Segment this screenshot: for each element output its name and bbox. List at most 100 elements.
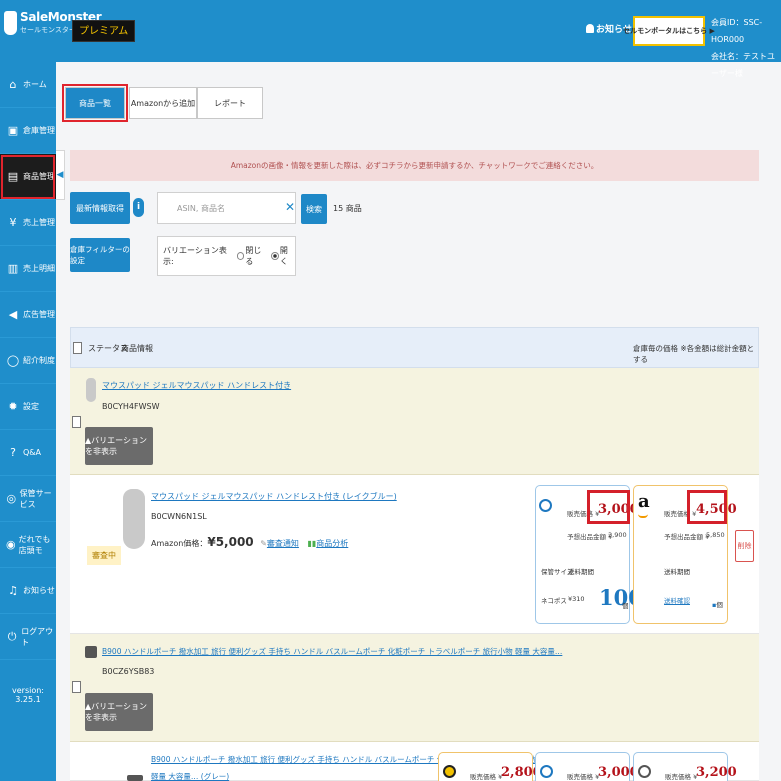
product-asin: B0CWN6N1SL [151,512,207,521]
amazon-logo-icon: a [638,491,650,512]
profit-value: 5,850 [706,531,725,539]
hide-variation-button[interactable]: ▲バリエーションを非表示 [85,427,153,465]
sidebar-item-label: Q&A [23,448,42,457]
warehouse-filter-button[interactable]: 倉庫フィルターの設定 [70,238,130,272]
megaphone-icon: ◀ [8,308,18,321]
product-title-link[interactable]: B900 ハンドルポーチ 撥水加工 旅行 便利グッズ 手持ち ハンドル バスルー… [102,646,562,657]
variation-open-label[interactable]: 開く [280,245,295,267]
shipping-label: 送料期間 [568,568,594,576]
product-title-link[interactable]: マウスパッド ジェルマウスパッド ハンドレスト付き (レイクブルー) [151,491,397,502]
row-checkbox[interactable] [72,681,81,693]
tab-product-list[interactable]: 商品一覧 [62,84,128,122]
profit-value: 3,900 [608,531,627,539]
sidebar-item-qa[interactable]: ? Q&A [0,430,56,476]
stock-unit: 個 [622,602,629,610]
version-text: version: 3.25.1 [12,686,44,704]
analysis-link[interactable]: 商品分析 [316,539,348,548]
variation-label: バリエーション表示: [163,246,227,266]
refresh-button[interactable]: 最新情報取得 [70,192,130,224]
search-input[interactable]: ASIN, 商品名 [157,192,296,224]
shipping-check-link[interactable]: 送料確認 [664,595,690,605]
info-icon[interactable]: i [133,198,144,217]
logout-icon: ⏻ [7,629,17,643]
sidebar-item-label: 倉庫管理 [23,126,55,135]
select-all-checkbox[interactable] [73,342,82,354]
pencil-icon: ✎ [260,539,267,548]
sidebar-item-ads[interactable]: ◀ 広告管理 [0,292,56,338]
warehouse-logo-icon [539,499,552,512]
product-icon: ▤ [7,170,19,183]
storage-icon: ◎ [6,492,17,505]
product-thumbnail [127,775,143,781]
sidebar-item-label: 広告管理 [23,310,55,319]
member-id: 会員ID：SSC-HOR000 [711,18,763,44]
table-header: ステータス 商品情報 倉庫毎の価格 ※各金額は総計金額とする [70,327,759,368]
sidebar-item-sales[interactable]: ¥ 売上管理 [0,200,56,246]
company-name: 会社名：テストユーザー様 [711,52,775,78]
sidebar-item-shop[interactable]: ◉ だれでも店頭モ [0,522,56,568]
review-link[interactable]: 審査通知 [267,539,299,548]
sale-price[interactable]: 3,200 [696,765,737,780]
product-asin: B0CYH4FWSW [102,402,160,411]
document-icon: ▥ [7,262,19,275]
sidebar-item-label: だれでも店頭モ [18,534,51,555]
hide-variation-button[interactable]: ▲バリエーションを非表示 [85,693,153,731]
variation-close-radio[interactable] [236,252,245,260]
tab-add-from-amazon[interactable]: Amazonから追加 [129,87,197,119]
warehouse-icon: ▣ [7,124,19,137]
question-icon: ? [10,446,16,459]
product-row: B900 ハンドルポーチ 撥水加工 旅行 便利グッズ 手持ち ハンドル バスルー… [70,634,759,742]
warehouse-logo-icon [540,765,553,778]
warehouse-price-card: 販売価格 ¥ 2,800 [438,752,542,781]
search-button[interactable]: 検索 [301,194,327,224]
sidebar-item-label: 保管サービス [19,488,52,509]
product-row: マウスパッド ジェルマウスパッド ハンドレスト付き B0CYH4FWSW ▲バリ… [70,368,759,475]
amazon-price-card: a 販売価格 ¥ 4,500 予想出品金額 ¥ 5,850 送料期間 送料確認 … [633,485,737,624]
sidebar-item-storage[interactable]: ◎ 保管サービス [0,476,56,522]
portal-button[interactable]: セルモンポータルはこちら ▶ [623,16,715,46]
account-info: 会員ID：SSC-HOR000 会社名：テストユーザー様 [711,14,781,82]
sidebar-collapse-toggle[interactable]: ◀ [56,150,65,200]
product-title-link-cont[interactable]: 軽量 大容量… (グレー) [151,771,229,781]
product-thumbnail [86,378,96,402]
product-thumbnail [85,646,97,658]
bell-icon [586,24,594,33]
chart-icon: ▮▮ [307,539,317,548]
amazon-price: Amazon価格：¥5,000 ✎審査通知 ▮▮商品分析 [151,535,348,549]
sidebar-item-settings[interactable]: ✹ 設定 [0,384,56,430]
product-asin: B0CZ6YSB83 [102,667,155,676]
product-title-link[interactable]: マウスパッド ジェルマウスパッド ハンドレスト付き [102,380,291,391]
clear-search-icon[interactable]: ✕ [285,200,295,214]
shipping-fee: ¥310 [568,595,585,603]
chevron-left-icon: ◀ [56,170,64,180]
tab-report[interactable]: レポート [197,87,263,119]
sidebar-item-notice[interactable]: ♫ お知らせ [0,568,56,614]
shipping-label: 送料期間 [664,568,690,576]
result-count: 15 商品 [333,204,362,213]
sidebar-item-label: ホーム [23,80,47,89]
price-highlight [587,490,630,524]
row-checkbox[interactable] [72,416,81,428]
variation-row: B900 ハンドルポーチ 撥水加工 旅行 便利グッズ 手持ち ハンドル バスルー… [70,742,759,781]
sidebar-item-sales-detail[interactable]: ▥ 売上明細 [0,246,56,292]
variation-close-label[interactable]: 閉じる [245,245,268,267]
profit-label: 予想出品金額 ¥ [664,533,710,541]
sidebar-item-warehouse[interactable]: ▣ 倉庫管理 [0,108,56,154]
variation-row: 審査中 マウスパッド ジェルマウスパッド ハンドレスト付き (レイクブルー) B… [70,475,759,634]
sidebar-item-label: 紹介制度 [23,356,55,365]
plan-badge: プレミアム [72,20,136,42]
product-thumbnail [123,489,145,549]
amazon-price-label: Amazon価格： [151,539,208,548]
top-header: SaleMonster セールモンスター プレミアム お知らせ 1 セルモンポー… [0,0,781,78]
warehouse-logo-icon [443,765,456,778]
status-badge: 審査中 [87,546,121,565]
delete-button[interactable]: 削除 [735,530,754,562]
warehouse-price-card: 販売価格 ¥ 3,200 [633,752,737,781]
price-highlight [687,490,727,524]
sidebar-item-referral[interactable]: ◯ 紹介制度 [0,338,56,384]
price-label: 販売価格 ¥ [470,773,503,781]
sidebar-item-logout[interactable]: ⏻ ログアウト [0,614,56,660]
sidebar-item-products[interactable]: ▤ 商品管理 [0,154,56,200]
sidebar-item-home[interactable]: ⌂ ホーム [0,62,56,108]
variation-open-radio[interactable] [271,252,279,260]
